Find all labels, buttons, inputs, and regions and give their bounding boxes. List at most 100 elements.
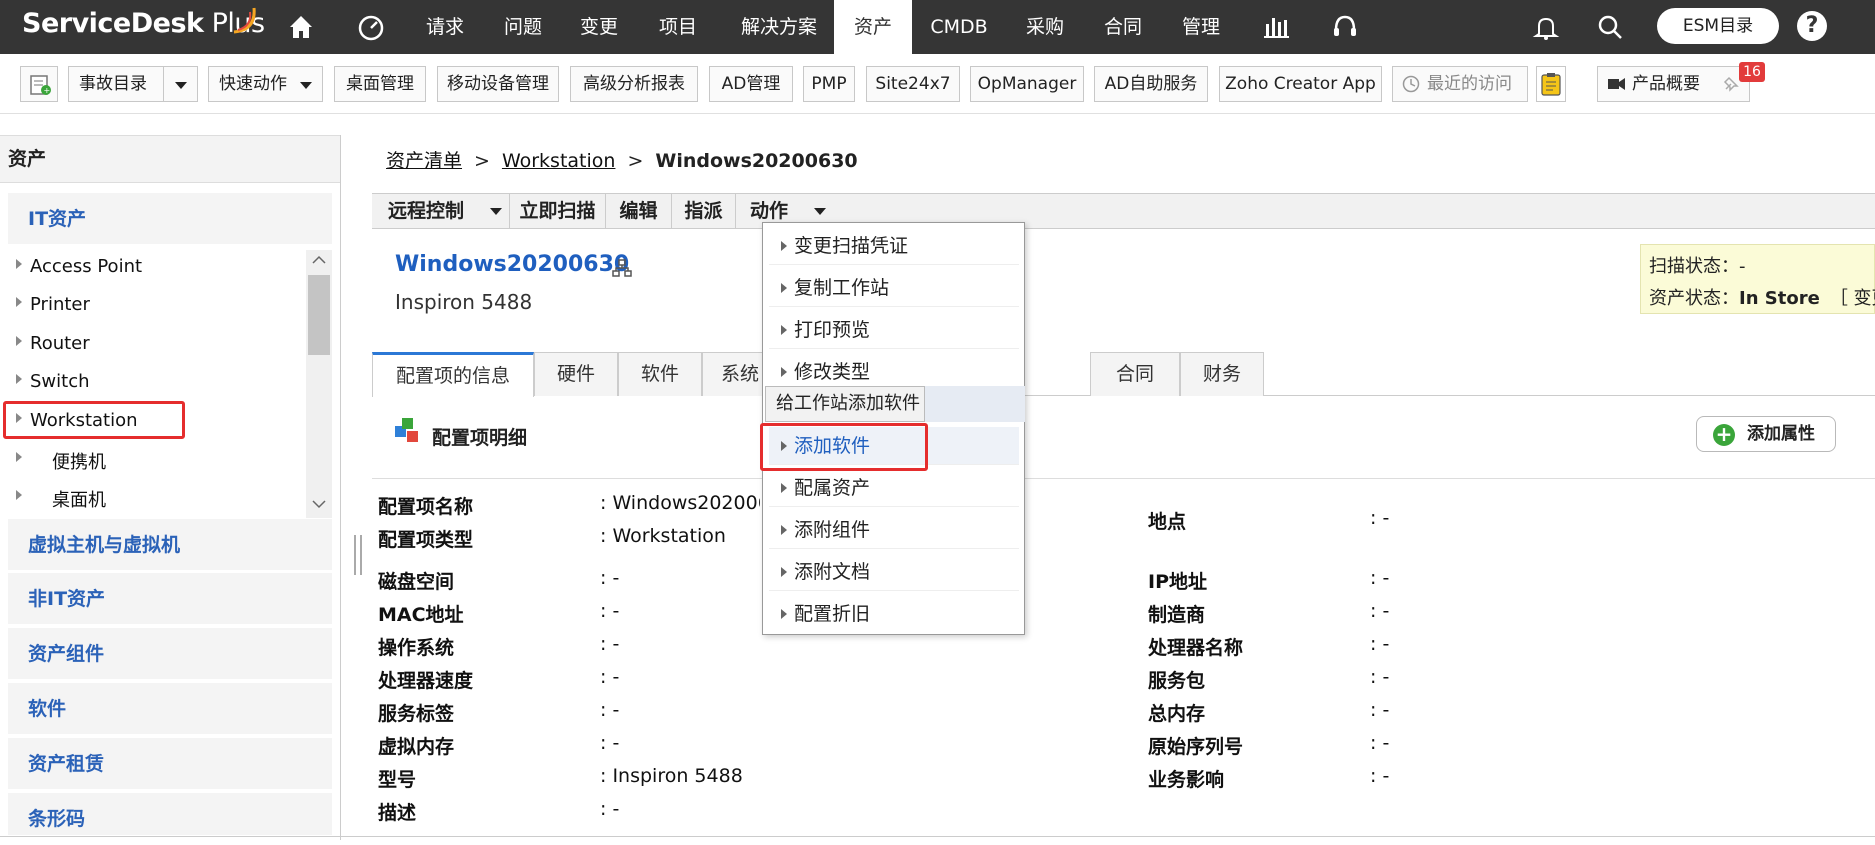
- menu-item-change-scan-credentials[interactable]: 变更扫描凭证: [769, 227, 1019, 265]
- menu-item-attach-document[interactable]: 添附文档: [769, 553, 1019, 591]
- advanced-analytics-button[interactable]: 高级分析报表: [570, 66, 698, 102]
- menu-item-print-preview[interactable]: 打印预览: [769, 311, 1019, 349]
- field-label-cpu-speed: 处理器速度: [378, 670, 474, 692]
- change-status-link[interactable]: ［ 变更: [1830, 288, 1875, 309]
- asset-tabs: 配置项的信息 硬件 软件 系统 合同 财务: [372, 352, 1875, 397]
- nav-contracts[interactable]: 合同: [1088, 0, 1158, 54]
- breadcrumb-workstation[interactable]: Workstation: [502, 150, 616, 172]
- ad-self-service-button[interactable]: AD自助服务: [1094, 66, 1208, 102]
- nav-assets[interactable]: 资产: [834, 0, 912, 54]
- tab-hardware[interactable]: 硬件: [534, 352, 618, 396]
- ad-management-button[interactable]: AD管理: [709, 66, 793, 102]
- reports-icon[interactable]: [1261, 12, 1291, 42]
- mobile-device-management-button[interactable]: 移动设备管理: [437, 66, 559, 102]
- sidebar-section-it-assets[interactable]: IT资产: [8, 193, 332, 245]
- asset-relationship-icon[interactable]: [612, 258, 632, 278]
- history-clock-icon: [1402, 75, 1420, 93]
- tab-ci-info[interactable]: 配置项的信息: [372, 352, 534, 397]
- field-value-ip: : -: [1370, 567, 1390, 589]
- menu-item-attach-component[interactable]: 添附组件: [769, 511, 1019, 549]
- tree-expand-icon[interactable]: [16, 297, 22, 307]
- sidebar-section-asset-components[interactable]: 资产组件: [8, 628, 332, 680]
- pmp-button[interactable]: PMP: [803, 66, 855, 102]
- field-value-cpu-name: : -: [1370, 633, 1390, 655]
- zoho-creator-button[interactable]: Zoho Creator App: [1219, 66, 1382, 102]
- dashboard-icon[interactable]: [356, 12, 386, 42]
- sidebar-section-virtual-hosts[interactable]: 虚拟主机与虚拟机: [8, 519, 332, 571]
- tree-expand-icon[interactable]: [16, 336, 22, 346]
- tree-item-printer[interactable]: Printer: [30, 294, 90, 315]
- ci-cubes-icon: [395, 418, 418, 442]
- tree-item-switch[interactable]: Switch: [30, 371, 90, 392]
- nav-cmdb[interactable]: CMDB: [918, 0, 1000, 54]
- scroll-down-icon[interactable]: [311, 498, 327, 510]
- incident-catalog-caret-icon[interactable]: [175, 82, 187, 89]
- menu-item-copy-workstation[interactable]: 复制工作站: [769, 269, 1019, 307]
- breadcrumb-current: Windows20200630: [655, 150, 858, 172]
- asset-model: Inspiron 5488: [395, 290, 533, 314]
- field-value-original-serial: : -: [1370, 732, 1390, 754]
- breadcrumb-asset-list[interactable]: 资产清单: [386, 150, 462, 172]
- quick-actions-button[interactable]: 快速动作: [208, 66, 323, 102]
- search-icon[interactable]: [1595, 12, 1625, 42]
- scan-status-value: -: [1739, 256, 1746, 277]
- menu-arrow-icon: [781, 483, 787, 493]
- add-attribute-button[interactable]: + 添加属性: [1696, 416, 1836, 452]
- assign-button[interactable]: 指派: [672, 194, 736, 228]
- edit-button[interactable]: 编辑: [606, 194, 672, 228]
- new-request-button[interactable]: +: [20, 66, 58, 102]
- home-icon[interactable]: [286, 12, 316, 42]
- scroll-up-icon[interactable]: [311, 254, 327, 266]
- remote-control-button[interactable]: 远程控制: [372, 194, 510, 228]
- menu-item-attach-asset[interactable]: 配属资产: [769, 469, 1019, 507]
- tree-expand-icon[interactable]: [16, 490, 22, 500]
- sidebar-splitter-handle[interactable]: [354, 535, 362, 575]
- incident-catalog-button[interactable]: 事故目录: [68, 66, 198, 102]
- tab-contracts[interactable]: 合同: [1090, 352, 1180, 396]
- sidebar-section-asset-leasing[interactable]: 资产租赁: [8, 738, 332, 790]
- nav-purchase[interactable]: 采购: [1010, 0, 1080, 54]
- desktop-management-button[interactable]: 桌面管理: [334, 66, 426, 102]
- nav-solutions[interactable]: 解决方案: [727, 0, 831, 54]
- tree-expand-icon[interactable]: [16, 259, 22, 269]
- tree-item-router[interactable]: Router: [30, 333, 90, 354]
- top-nav-bar: ServiceDesk Plus 请求 问题 变更 项目 解决方案 资产 CMD…: [0, 0, 1875, 54]
- sidebar-section-barcode[interactable]: 条形码: [8, 793, 332, 836]
- scan-now-button[interactable]: 立即扫描: [510, 194, 606, 228]
- tree-item-desktop[interactable]: 桌面机: [52, 486, 106, 512]
- tree-expand-icon[interactable]: [16, 374, 22, 384]
- recent-visits-button[interactable]: 最近的访问: [1392, 66, 1528, 102]
- tree-item-laptop[interactable]: 便携机: [52, 448, 106, 474]
- add-software-highlight-box: [760, 423, 928, 471]
- site24x7-button[interactable]: Site24x7: [866, 66, 960, 102]
- field-value-ci-type: : Workstation: [600, 525, 726, 547]
- esm-catalog-button[interactable]: ESM目录: [1657, 8, 1779, 44]
- sidebar-tree-scrollbar-thumb[interactable]: [308, 275, 330, 355]
- logo-swirl-icon: [233, 7, 256, 34]
- tree-item-access-point[interactable]: Access Point: [30, 256, 142, 277]
- menu-item-configure-depreciation[interactable]: 配置折旧: [769, 595, 1019, 633]
- tab-software[interactable]: 软件: [618, 352, 702, 396]
- tree-expand-icon[interactable]: [16, 452, 22, 462]
- field-value-description: : -: [600, 798, 620, 820]
- notes-button[interactable]: [1536, 66, 1566, 102]
- nav-admin[interactable]: 管理: [1166, 0, 1236, 54]
- nav-projects[interactable]: 项目: [643, 0, 713, 54]
- opmanager-button[interactable]: OpManager: [970, 66, 1084, 102]
- bottom-border: [0, 836, 1875, 837]
- support-headset-icon[interactable]: [1330, 12, 1360, 42]
- detail-divider: [372, 478, 1875, 479]
- field-label-original-serial: 原始序列号: [1148, 736, 1244, 758]
- help-button[interactable]: ?: [1797, 11, 1827, 41]
- product-overview-button[interactable]: 产品概要: [1597, 66, 1750, 102]
- scan-status-label: 扫描状态：: [1649, 256, 1739, 277]
- menu-arrow-icon: [781, 283, 787, 293]
- nav-requests[interactable]: 请求: [410, 0, 480, 54]
- nav-changes[interactable]: 变更: [566, 0, 632, 54]
- notification-bell-icon[interactable]: [1531, 12, 1561, 42]
- sidebar-section-software[interactable]: 软件: [8, 683, 332, 735]
- menu-item-label: 添附文档: [794, 561, 871, 583]
- nav-problems[interactable]: 问题: [490, 0, 556, 54]
- sidebar-section-non-it-assets[interactable]: 非IT资产: [8, 573, 332, 625]
- tab-finance[interactable]: 财务: [1180, 352, 1264, 396]
